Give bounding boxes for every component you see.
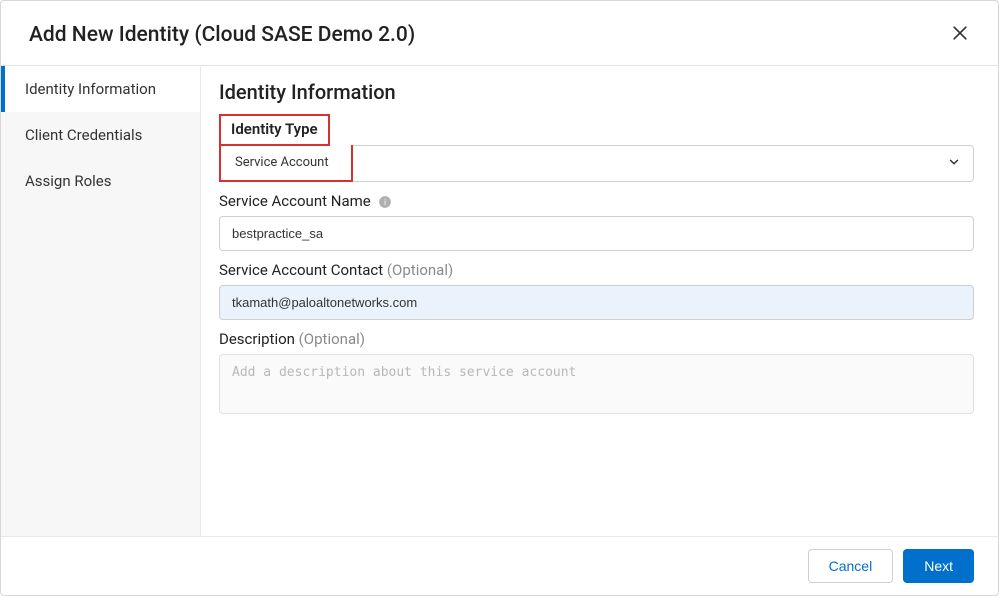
service-account-name-field: Service Account Name i	[219, 192, 974, 251]
sidebar-item-label: Identity Information	[25, 80, 156, 98]
sidebar-item-assign-roles[interactable]: Assign Roles	[1, 158, 200, 204]
svg-text:i: i	[385, 198, 387, 207]
identity-type-value: Service Account	[219, 145, 353, 182]
service-account-name-input[interactable]	[219, 216, 974, 251]
description-field: Description (Optional)	[219, 330, 974, 418]
identity-type-dropdown[interactable]: Service Account	[219, 145, 974, 182]
sidebar-item-identity-information[interactable]: Identity Information	[1, 66, 200, 112]
description-input[interactable]	[219, 354, 974, 414]
identity-type-dropdown-rest[interactable]	[353, 145, 974, 182]
service-account-contact-label: Service Account Contact (Optional)	[219, 261, 974, 279]
description-label: Description (Optional)	[219, 330, 974, 348]
modal-title: Add New Identity (Cloud SASE Demo 2.0)	[29, 23, 415, 47]
sidebar-item-label: Client Credentials	[25, 126, 142, 144]
modal-footer: Cancel Next	[1, 536, 998, 595]
service-account-contact-field: Service Account Contact (Optional)	[219, 261, 974, 320]
section-title: Identity Information	[219, 80, 974, 104]
next-button[interactable]: Next	[903, 549, 974, 583]
identity-type-highlight: Identity Type	[219, 114, 330, 146]
service-account-name-label: Service Account Name i	[219, 192, 974, 210]
modal: Add New Identity (Cloud SASE Demo 2.0) I…	[0, 0, 999, 596]
modal-body: Identity Information Client Credentials …	[1, 66, 998, 536]
sidebar: Identity Information Client Credentials …	[1, 66, 201, 536]
close-icon[interactable]	[950, 23, 970, 47]
identity-type-label: Identity Type	[231, 120, 318, 138]
identity-type-field: Identity Type Service Account	[219, 114, 974, 182]
cancel-button[interactable]: Cancel	[808, 549, 894, 583]
content-panel: Identity Information Identity Type Servi…	[201, 66, 998, 536]
chevron-down-icon	[947, 154, 961, 173]
sidebar-item-client-credentials[interactable]: Client Credentials	[1, 112, 200, 158]
info-icon: i	[378, 195, 392, 209]
service-account-contact-input[interactable]	[219, 285, 974, 320]
sidebar-item-label: Assign Roles	[25, 172, 111, 190]
modal-header: Add New Identity (Cloud SASE Demo 2.0)	[1, 1, 998, 66]
